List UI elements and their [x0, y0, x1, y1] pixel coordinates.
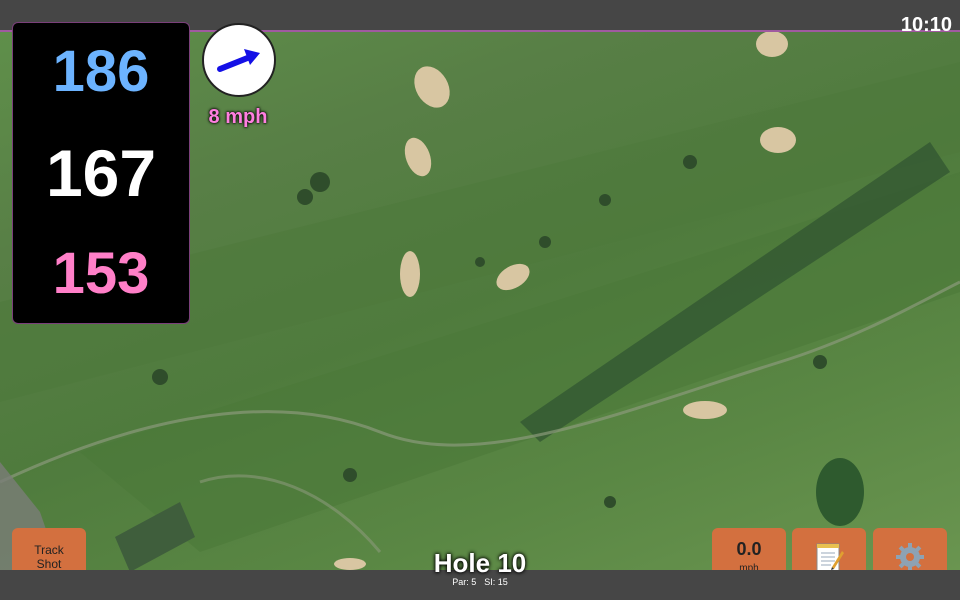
gear-icon [896, 543, 924, 571]
hole-par: Par: 5 [452, 577, 477, 587]
wind-direction-arrow-icon [217, 49, 260, 72]
track-shot-label-line1: Track [34, 543, 64, 557]
front-distance: 153 [52, 241, 150, 307]
distance-panel: 186 167 153 [12, 22, 190, 324]
wind-value: 0.0 [736, 538, 762, 559]
hole-title: Hole 10 [433, 548, 527, 578]
hole-stroke-index: SI: 15 [484, 577, 508, 587]
wind-direction-indicator [202, 23, 276, 97]
wind-speed-label: 8 mph [208, 106, 268, 128]
center-distance: 167 [45, 135, 157, 210]
track-shot-label-line2: Shot [36, 557, 62, 571]
notepad-icon [816, 543, 844, 572]
back-distance: 186 [52, 38, 150, 104]
hole-info: Par: 5 SI: 15 [400, 577, 560, 587]
